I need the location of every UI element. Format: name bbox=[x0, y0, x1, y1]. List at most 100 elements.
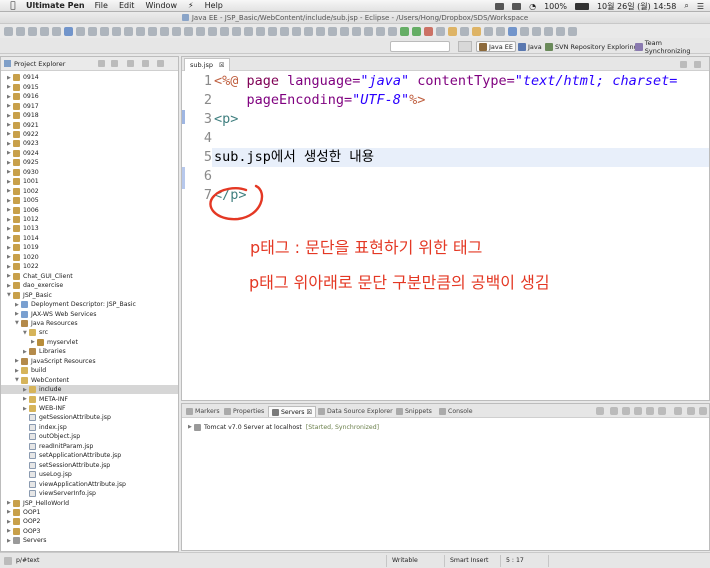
tree-item[interactable]: ▶ OOP1 bbox=[1, 508, 178, 518]
start-server-icon[interactable] bbox=[622, 407, 630, 415]
tree-item[interactable]: setSessionAttribute.jsp bbox=[1, 460, 178, 470]
tree-item[interactable]: ▶ JSP_HelloWorld bbox=[1, 498, 178, 508]
tree-item[interactable]: ▶ Chat_GUI_Client bbox=[1, 271, 178, 281]
tree-item[interactable]: ▶ 0930 bbox=[1, 168, 178, 178]
minimize-icon[interactable] bbox=[680, 61, 687, 68]
tool-icon[interactable] bbox=[532, 26, 541, 36]
code-line[interactable]: <%@ page language="java" contentType="te… bbox=[214, 72, 677, 91]
tool-icon[interactable] bbox=[376, 26, 385, 36]
tool-icon[interactable] bbox=[64, 26, 73, 36]
tree-item[interactable]: ▶ JavaScript Resources bbox=[1, 357, 178, 367]
tab-properties[interactable]: Properties bbox=[224, 406, 264, 417]
tool-icon[interactable] bbox=[148, 26, 157, 36]
run-icon[interactable] bbox=[412, 26, 421, 36]
tree-item[interactable]: ▶ 1006 bbox=[1, 205, 178, 215]
tool-icon[interactable] bbox=[136, 26, 145, 36]
code-line[interactable]: pageEncoding="UTF-8"%> bbox=[214, 91, 426, 110]
tool-icon[interactable] bbox=[196, 26, 205, 36]
tab-console[interactable]: Console bbox=[439, 406, 473, 417]
minimize-icon[interactable] bbox=[142, 60, 149, 67]
debug-server-icon[interactable] bbox=[610, 407, 618, 415]
menu-file[interactable]: File bbox=[95, 1, 108, 10]
open-type-icon[interactable] bbox=[448, 26, 457, 36]
tool-icon[interactable] bbox=[436, 26, 445, 36]
tree-item[interactable]: ▶ 0916 bbox=[1, 92, 178, 102]
tab-servers[interactable]: Servers ☒ bbox=[268, 406, 317, 417]
tree-item[interactable]: ▶ 1020 bbox=[1, 253, 178, 263]
tool-icon[interactable] bbox=[88, 26, 97, 36]
forward-icon[interactable] bbox=[568, 26, 577, 36]
tree-item[interactable]: ▶ 1019 bbox=[1, 243, 178, 253]
maximize-icon[interactable] bbox=[699, 407, 707, 415]
tool-icon[interactable] bbox=[484, 26, 493, 36]
tool-icon[interactable] bbox=[316, 26, 325, 36]
tree-item[interactable]: ▶ WEB-INF bbox=[1, 404, 178, 414]
wifi-icon[interactable]: ◔ bbox=[529, 2, 536, 11]
collapse-all-icon[interactable] bbox=[98, 60, 105, 67]
perspective-svn[interactable]: SVN Repository Exploring bbox=[543, 41, 640, 52]
tree-item[interactable]: ▶ build bbox=[1, 366, 178, 376]
profile-server-icon[interactable] bbox=[634, 407, 642, 415]
tree-item[interactable]: outObject.jsp bbox=[1, 432, 178, 442]
app-menu[interactable]: Ultimate Pen bbox=[26, 1, 85, 10]
tree-item[interactable]: ▶ Deployment Descriptor: JSP_Basic bbox=[1, 300, 178, 310]
tray-icon[interactable] bbox=[495, 2, 505, 10]
tree-item[interactable]: ▶ 1001 bbox=[1, 177, 178, 187]
tab-data-source-explorer[interactable]: Data Source Explorer bbox=[318, 406, 393, 417]
link-editor-icon[interactable] bbox=[111, 60, 118, 67]
perspective-java-ee[interactable]: Java EE bbox=[476, 41, 517, 52]
publish-icon[interactable] bbox=[658, 407, 666, 415]
print-icon[interactable] bbox=[40, 26, 49, 36]
tree-item[interactable]: ▶ 1002 bbox=[1, 186, 178, 196]
tool-icon[interactable] bbox=[280, 26, 289, 36]
tool-icon[interactable] bbox=[496, 26, 505, 36]
tree-item[interactable]: index.jsp bbox=[1, 423, 178, 433]
tree-item[interactable]: ▶ 0918 bbox=[1, 111, 178, 121]
tab-markers[interactable]: Markers bbox=[186, 406, 220, 417]
tree-item[interactable]: viewApplicationAttribute.jsp bbox=[1, 479, 178, 489]
stop-server-icon[interactable] bbox=[646, 407, 654, 415]
open-folder-icon[interactable] bbox=[472, 26, 481, 36]
list-icon[interactable]: ☰ bbox=[697, 2, 704, 11]
tree-item[interactable]: ▶ Servers bbox=[1, 536, 178, 546]
save-all-icon[interactable] bbox=[28, 26, 37, 36]
tree-item[interactable]: ▶ OOP2 bbox=[1, 517, 178, 527]
menubar-clock[interactable]: 10월 26일 (월) 14:58 bbox=[597, 1, 676, 12]
battery-icon[interactable] bbox=[574, 2, 589, 10]
tree-item[interactable]: ▶ 0915 bbox=[1, 82, 178, 92]
tree-item[interactable]: ▶ META-INF bbox=[1, 394, 178, 404]
maximize-icon[interactable] bbox=[694, 61, 701, 68]
tree-item[interactable]: ▶ 1022 bbox=[1, 262, 178, 272]
tree-item[interactable]: ▶ 0914 bbox=[1, 73, 178, 83]
tree-item[interactable]: ▶ 0917 bbox=[1, 101, 178, 111]
view-menu-icon[interactable] bbox=[127, 60, 134, 67]
tool-icon[interactable] bbox=[220, 26, 229, 36]
tree-item[interactable]: ▶ dao_exercise bbox=[1, 281, 178, 291]
tree-item[interactable]: ▶ 1013 bbox=[1, 224, 178, 234]
debug-icon[interactable] bbox=[400, 26, 409, 36]
tree-item[interactable]: ▶ myservlet bbox=[1, 338, 178, 348]
perspective-java[interactable]: Java bbox=[516, 41, 544, 52]
tool-icon[interactable] bbox=[304, 26, 313, 36]
tree-item[interactable]: ▶ OOP3 bbox=[1, 527, 178, 537]
tool-icon[interactable] bbox=[364, 26, 373, 36]
tool-icon[interactable] bbox=[172, 26, 181, 36]
tool-icon[interactable] bbox=[124, 26, 133, 36]
close-icon[interactable]: ☒ bbox=[219, 62, 224, 69]
perspective-team-sync[interactable]: Team Synchronizing bbox=[633, 39, 710, 55]
tree-item[interactable]: ▼ JSP_Basic bbox=[1, 290, 178, 300]
minimize-icon[interactable] bbox=[687, 407, 695, 415]
tree-item[interactable]: ▶ include bbox=[1, 384, 178, 395]
tree-item[interactable]: ▶ JAX-WS Web Services bbox=[1, 309, 178, 319]
search-icon[interactable]: ⌕ bbox=[684, 1, 688, 11]
menu-window[interactable]: Window bbox=[145, 1, 177, 10]
apple-menu-icon[interactable]:  bbox=[6, 1, 20, 11]
bolt-icon[interactable]: ⚡ bbox=[188, 1, 194, 10]
tray-icon[interactable] bbox=[512, 2, 522, 10]
new-icon[interactable] bbox=[4, 26, 13, 36]
tree-item[interactable]: ▶ 1012 bbox=[1, 215, 178, 225]
tab-sub-jsp[interactable]: sub.jsp ☒ bbox=[184, 58, 231, 71]
tree-item[interactable]: readInitParam.jsp bbox=[1, 442, 178, 452]
tool-icon[interactable] bbox=[340, 26, 349, 36]
tool-icon[interactable] bbox=[52, 26, 61, 36]
